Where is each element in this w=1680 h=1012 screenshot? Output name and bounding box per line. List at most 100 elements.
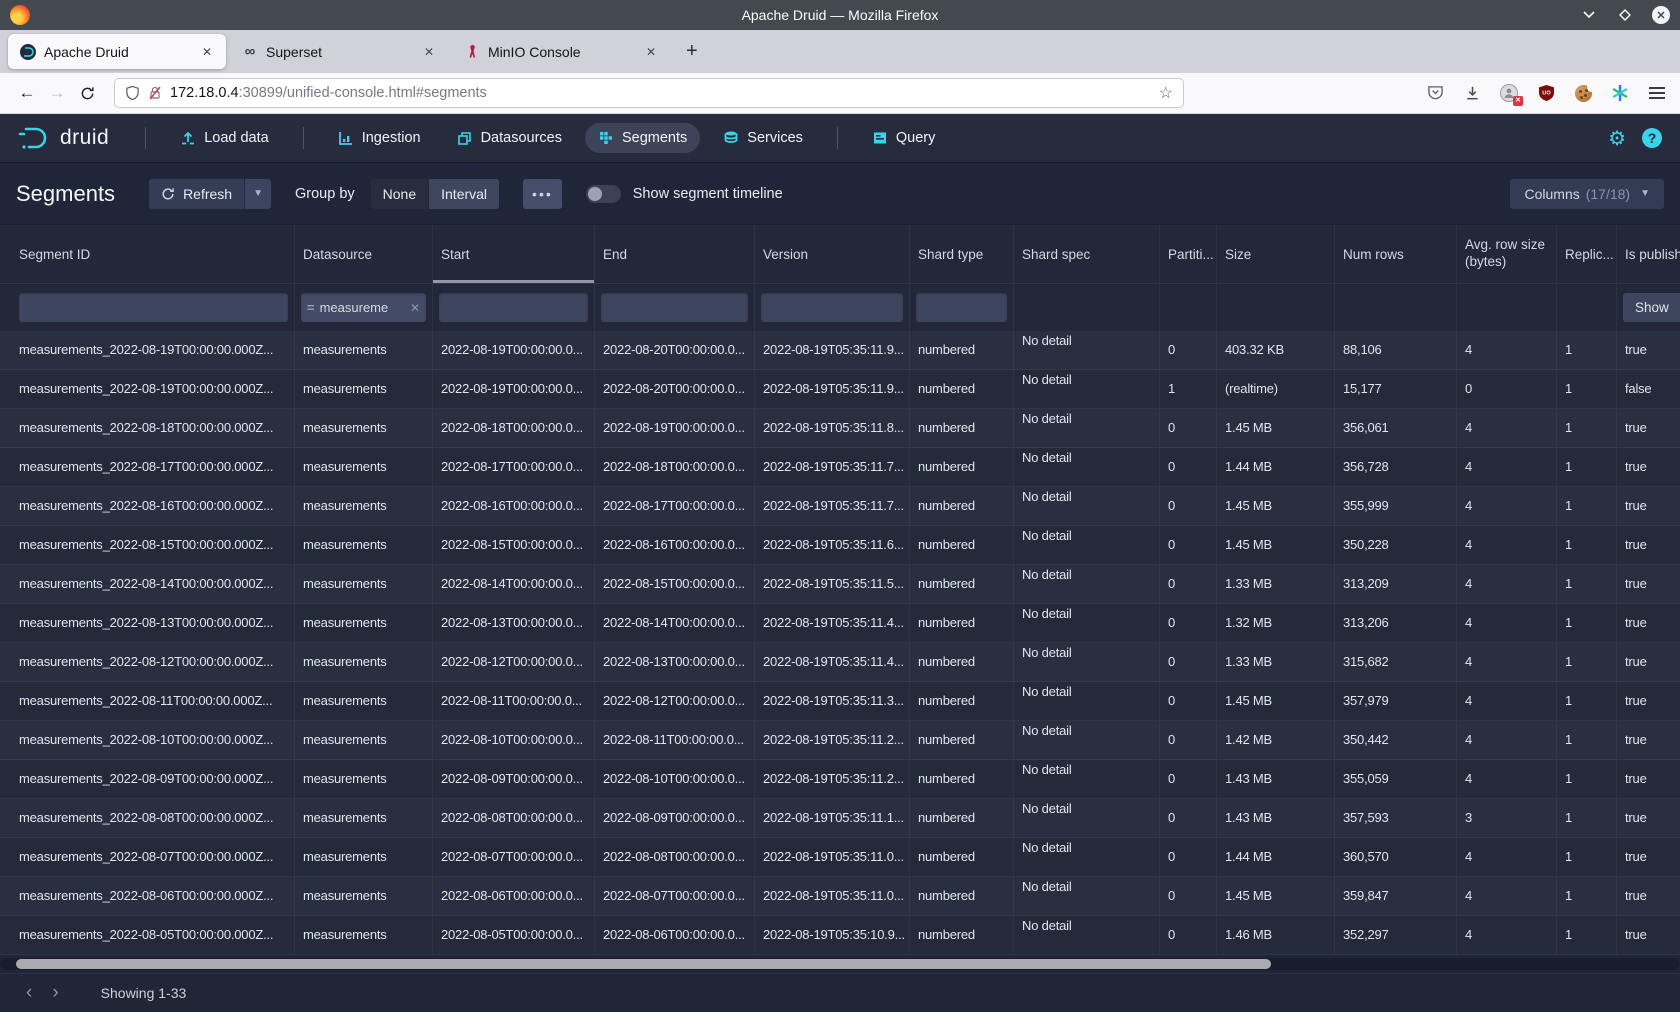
table-row[interactable]: measurements_2022-08-19T00:00:00.000Z...… <box>0 370 1680 409</box>
column-header-avg-row-size[interactable]: Avg. row size (bytes) <box>1457 225 1557 283</box>
cell-segment-id[interactable]: measurements_2022-08-05T00:00:00.000Z... <box>0 916 295 954</box>
table-row[interactable]: measurements_2022-08-07T00:00:00.000Z...… <box>0 838 1680 877</box>
cell-segment-id[interactable]: measurements_2022-08-07T00:00:00.000Z... <box>0 838 295 876</box>
table-row[interactable]: measurements_2022-08-16T00:00:00.000Z...… <box>0 487 1680 526</box>
cell-segment-id[interactable]: measurements_2022-08-10T00:00:00.000Z... <box>0 721 295 759</box>
table-row[interactable]: measurements_2022-08-19T00:00:00.000Z...… <box>0 331 1680 370</box>
tab-close-icon[interactable]: ✕ <box>420 43 438 61</box>
column-header-datasource[interactable]: Datasource <box>295 225 433 283</box>
table-row[interactable]: measurements_2022-08-14T00:00:00.000Z...… <box>0 565 1680 604</box>
column-header-start[interactable]: Start <box>433 225 595 283</box>
cell-segment-id[interactable]: measurements_2022-08-11T00:00:00.000Z... <box>0 682 295 720</box>
filter-shard-type-input[interactable] <box>916 293 1007 322</box>
cell-num-rows: 313,209 <box>1335 565 1457 603</box>
cell-segment-id[interactable]: measurements_2022-08-19T00:00:00.000Z... <box>0 331 295 369</box>
tab-minio-console[interactable]: MinIO Console ✕ <box>452 34 670 69</box>
filter-segment-id-input[interactable] <box>19 293 288 322</box>
segment-timeline-toggle[interactable] <box>586 185 621 203</box>
cell-segment-id[interactable]: measurements_2022-08-08T00:00:00.000Z... <box>0 799 295 837</box>
table-row[interactable]: measurements_2022-08-15T00:00:00.000Z...… <box>0 526 1680 565</box>
cookie-icon[interactable] <box>1572 82 1594 104</box>
group-by-none-button[interactable]: None <box>371 179 428 209</box>
column-header-shard-spec[interactable]: Shard spec <box>1014 225 1160 283</box>
asterisk-extension-icon[interactable] <box>1609 82 1631 104</box>
nav-item-load-data[interactable]: Load data <box>167 123 282 153</box>
nav-item-ingestion[interactable]: Ingestion <box>325 123 434 153</box>
tab-superset[interactable]: ∞ Superset ✕ <box>230 34 448 69</box>
cell-segment-id[interactable]: measurements_2022-08-06T00:00:00.000Z... <box>0 877 295 915</box>
nav-item-services[interactable]: Services <box>710 123 816 153</box>
window-maximize-button[interactable] <box>1616 6 1634 24</box>
table-row[interactable]: measurements_2022-08-17T00:00:00.000Z...… <box>0 448 1680 487</box>
filter-end-input[interactable] <box>601 293 748 322</box>
back-button[interactable]: ← <box>12 79 42 107</box>
cell-segment-id[interactable]: measurements_2022-08-18T00:00:00.000Z... <box>0 409 295 447</box>
window-close-button[interactable]: ✕ <box>1652 6 1670 24</box>
table-row[interactable]: measurements_2022-08-06T00:00:00.000Z...… <box>0 877 1680 916</box>
pocket-icon[interactable] <box>1424 82 1446 104</box>
menu-hamburger-icon[interactable] <box>1646 82 1668 104</box>
downloads-icon[interactable] <box>1461 82 1483 104</box>
refresh-button[interactable]: Refresh <box>149 179 244 209</box>
cell-segment-id[interactable]: measurements_2022-08-12T00:00:00.000Z... <box>0 643 295 681</box>
table-row[interactable]: measurements_2022-08-12T00:00:00.000Z...… <box>0 643 1680 682</box>
cell-segment-id[interactable]: measurements_2022-08-16T00:00:00.000Z... <box>0 487 295 525</box>
cell-segment-id[interactable]: measurements_2022-08-17T00:00:00.000Z... <box>0 448 295 486</box>
column-header-num-rows[interactable]: Num rows <box>1335 225 1457 283</box>
filter-datasource-tag[interactable]: = measureme ✕ <box>301 293 426 322</box>
help-icon[interactable]: ? <box>1642 128 1662 148</box>
cell-start: 2022-08-14T00:00:00.0... <box>433 565 595 603</box>
column-header-end[interactable]: End <box>595 225 755 283</box>
column-header-version[interactable]: Version <box>755 225 910 283</box>
column-header-size[interactable]: Size <box>1217 225 1335 283</box>
reload-button[interactable] <box>72 79 102 107</box>
table-row[interactable]: measurements_2022-08-13T00:00:00.000Z...… <box>0 604 1680 643</box>
column-header-is-published[interactable]: Is published <box>1617 225 1680 283</box>
nav-item-query[interactable]: Query <box>859 123 949 153</box>
table-row[interactable]: measurements_2022-08-08T00:00:00.000Z...… <box>0 799 1680 838</box>
more-options-button[interactable]: ••• <box>523 179 562 209</box>
table-row[interactable]: measurements_2022-08-11T00:00:00.000Z...… <box>0 682 1680 721</box>
next-page-button[interactable]: › <box>42 982 68 1004</box>
tab-close-icon[interactable]: ✕ <box>642 43 660 61</box>
extension-icon[interactable]: ✕ <box>1498 82 1520 104</box>
druid-logo[interactable]: druid <box>18 125 109 151</box>
shield-icon[interactable] <box>125 85 140 101</box>
forward-button[interactable]: → <box>42 79 72 107</box>
settings-gear-icon[interactable]: ⚙ <box>1608 126 1626 151</box>
nav-item-label: Segments <box>622 130 687 146</box>
filter-version-input[interactable] <box>761 293 903 322</box>
cell-segment-id[interactable]: measurements_2022-08-15T00:00:00.000Z... <box>0 526 295 564</box>
filter-is-published-show-button[interactable]: Show <box>1623 293 1680 322</box>
table-row[interactable]: measurements_2022-08-18T00:00:00.000Z...… <box>0 409 1680 448</box>
columns-dropdown-button[interactable]: Columns (17/18) ▼ <box>1510 179 1664 209</box>
table-row[interactable]: measurements_2022-08-05T00:00:00.000Z...… <box>0 916 1680 955</box>
insecure-lock-icon[interactable] <box>148 85 162 101</box>
window-minimize-button[interactable] <box>1580 6 1598 24</box>
column-header-partition[interactable]: Partiti... <box>1160 225 1217 283</box>
cell-segment-id[interactable]: measurements_2022-08-14T00:00:00.000Z... <box>0 565 295 603</box>
refresh-caret-button[interactable]: ▼ <box>244 179 271 209</box>
group-by-interval-button[interactable]: Interval <box>428 179 499 209</box>
table-row[interactable]: measurements_2022-08-10T00:00:00.000Z...… <box>0 721 1680 760</box>
url-bar[interactable]: 172.18.0.4:30899/unified-console.html#se… <box>114 78 1184 108</box>
remove-filter-icon[interactable]: ✕ <box>410 301 420 315</box>
table-row[interactable]: measurements_2022-08-09T00:00:00.000Z...… <box>0 760 1680 799</box>
cell-segment-id[interactable]: measurements_2022-08-09T00:00:00.000Z... <box>0 760 295 798</box>
new-tab-button[interactable]: + <box>674 40 710 63</box>
scrollbar-thumb[interactable] <box>16 959 1271 969</box>
cell-segment-id[interactable]: measurements_2022-08-13T00:00:00.000Z... <box>0 604 295 642</box>
cell-segment-id[interactable]: measurements_2022-08-19T00:00:00.000Z... <box>0 370 295 408</box>
filter-start-input[interactable] <box>439 293 588 322</box>
tab-close-icon[interactable]: ✕ <box>198 43 216 61</box>
druid-favicon-icon <box>20 44 36 60</box>
bookmark-star-icon[interactable]: ☆ <box>1159 83 1173 103</box>
nav-item-datasources[interactable]: Datasources <box>444 123 575 153</box>
ublock-origin-icon[interactable]: UO <box>1535 82 1557 104</box>
column-header-replicas[interactable]: Replic... <box>1557 225 1617 283</box>
nav-item-segments[interactable]: Segments <box>585 123 700 153</box>
previous-page-button[interactable]: ‹ <box>16 982 42 1004</box>
tab-apache-druid[interactable]: Apache Druid ✕ <box>8 34 226 69</box>
column-header-shard-type[interactable]: Shard type <box>910 225 1014 283</box>
column-header-segment-id[interactable]: Segment ID <box>0 225 295 283</box>
